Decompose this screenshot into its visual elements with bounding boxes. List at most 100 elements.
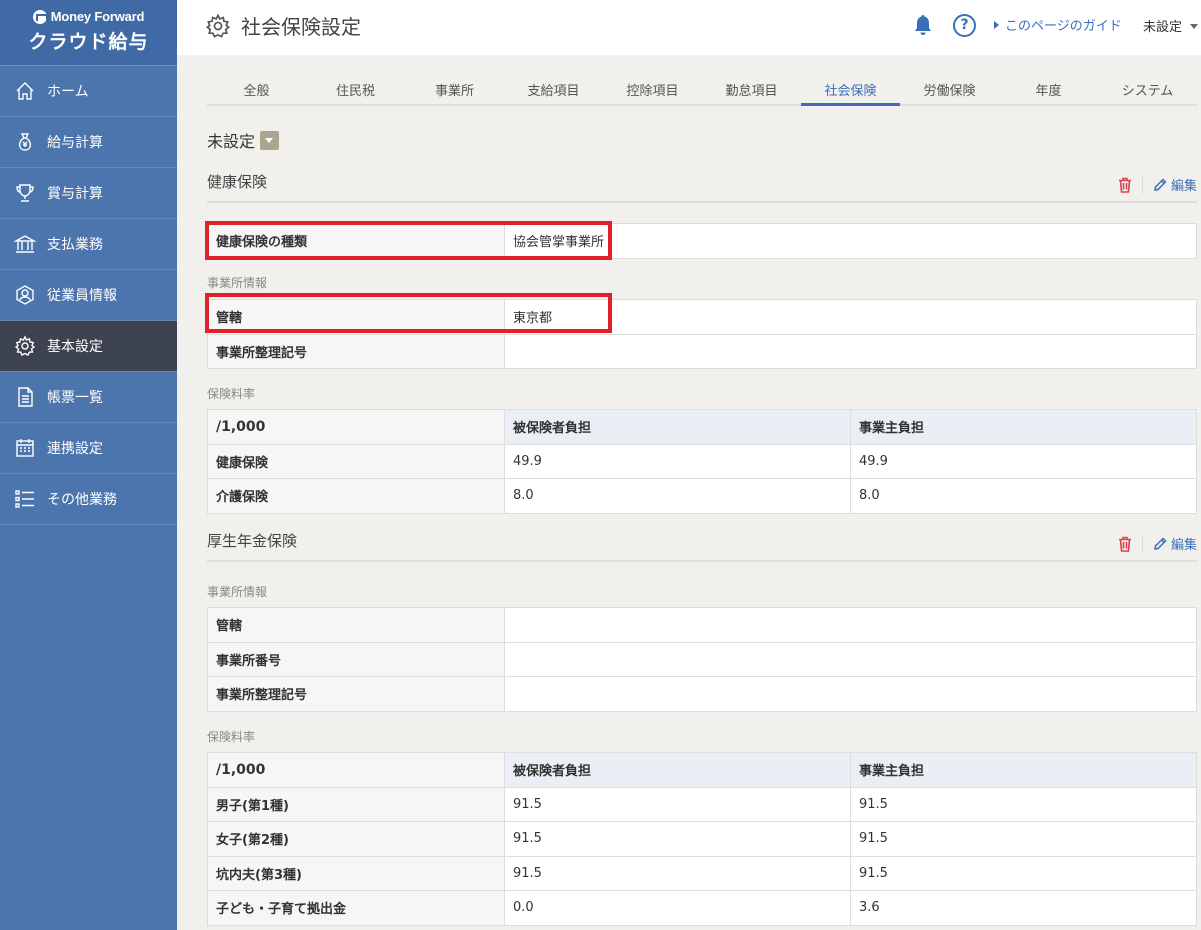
table-row: 子ども・子育て拠出金 0.0 3.6 bbox=[207, 890, 1197, 926]
sidebar-item-label: 従業員情報 bbox=[47, 288, 117, 304]
brand-mark-icon bbox=[32, 9, 48, 24]
sidebar-item-label: 賞与計算 bbox=[47, 186, 103, 202]
page-title: 社会保険設定 bbox=[241, 15, 361, 39]
table-header-row: /1,000 被保険者負担 事業主負担 bbox=[207, 409, 1197, 445]
row-label: 健康保険 bbox=[207, 443, 505, 479]
sidebar-item-bonus[interactable]: 賞与計算 bbox=[0, 168, 177, 219]
logo[interactable]: Money Forward クラウド給与 bbox=[0, 0, 177, 66]
subsection-label: 事業所情報 bbox=[207, 276, 268, 290]
cell-value: 91.5 bbox=[850, 855, 1197, 891]
table-header-row: /1,000 被保険者負担 事業主負担 bbox=[207, 752, 1197, 788]
tab-payment-items[interactable]: 支給項目 bbox=[504, 74, 603, 104]
pension-insurance-header: 厚生年金保険 編集 bbox=[207, 530, 1197, 562]
sidebar-item-label: 支払業務 bbox=[47, 237, 103, 253]
field-value bbox=[504, 641, 1197, 677]
table-row: 事業所整理記号 bbox=[207, 333, 1197, 369]
pension-office-info-table: 管轄 事業所番号 事業所整理記号 bbox=[207, 607, 1197, 712]
tab-system[interactable]: システム bbox=[1098, 74, 1197, 104]
subsection-label: 事業所情報 bbox=[207, 585, 268, 599]
field-value bbox=[504, 607, 1197, 643]
sidebar-item-label: 給与計算 bbox=[47, 135, 103, 151]
edit-button[interactable]: 編集 bbox=[1153, 175, 1197, 194]
delete-icon[interactable] bbox=[1118, 177, 1132, 193]
logo-brand: Money Forward bbox=[50, 9, 145, 24]
row-label: 子ども・子育て拠出金 bbox=[207, 890, 505, 926]
chevron-down-icon bbox=[260, 130, 280, 150]
tab-general[interactable]: 全般 bbox=[207, 74, 306, 104]
chevron-down-icon bbox=[1190, 24, 1199, 29]
tab-office[interactable]: 事業所 bbox=[405, 74, 504, 104]
user-menu[interactable]: 未設定 bbox=[1143, 16, 1199, 35]
pension-rate-table: /1,000 被保険者負担 事業主負担 男子(第1種) 91.5 91.5 女子… bbox=[207, 752, 1197, 926]
highlight-box bbox=[205, 221, 612, 260]
trophy-icon bbox=[14, 182, 36, 204]
subsection-label: 保険料率 bbox=[207, 730, 256, 744]
table-row: 事業所番号 bbox=[207, 641, 1197, 677]
tab-social-insurance[interactable]: 社会保険 bbox=[801, 74, 900, 106]
tab-year[interactable]: 年度 bbox=[999, 74, 1098, 104]
tab-deduction-items[interactable]: 控除項目 bbox=[603, 74, 702, 104]
column-header: 被保険者負担 bbox=[504, 752, 851, 788]
tab-labor-insurance[interactable]: 労働保険 bbox=[900, 74, 999, 104]
top-header: 社会保険設定 ? このページのガイド 未設定 bbox=[177, 0, 1201, 55]
field-label: 事業所整理記号 bbox=[207, 676, 505, 712]
sidebar-item-reports[interactable]: 帳票一覧 bbox=[0, 372, 177, 423]
sidebar-item-label: その他業務 bbox=[47, 492, 117, 508]
row-label: 介護保険 bbox=[207, 478, 505, 514]
sidebar-item-home[interactable]: ホーム bbox=[0, 66, 177, 117]
health-insurance-header: 健康保険 編集 bbox=[207, 171, 1197, 203]
table-row: 坑内夫(第3種) 91.5 91.5 bbox=[207, 855, 1197, 891]
row-label: 男子(第1種) bbox=[207, 786, 505, 822]
help-icon[interactable]: ? bbox=[953, 14, 976, 37]
tab-attendance-items[interactable]: 勤怠項目 bbox=[702, 74, 801, 104]
pencil-icon bbox=[1154, 178, 1167, 191]
row-label: 坑内夫(第3種) bbox=[207, 855, 505, 891]
cell-value: 8.0 bbox=[504, 478, 851, 514]
table-row: 健康保険 49.9 49.9 bbox=[207, 443, 1197, 479]
cell-value: 0.0 bbox=[504, 890, 851, 926]
money-bag-icon bbox=[14, 131, 36, 153]
subsection-label: 保険料率 bbox=[207, 387, 256, 401]
bank-icon bbox=[14, 233, 36, 255]
calendar-icon bbox=[14, 437, 36, 459]
cell-value: 49.9 bbox=[504, 443, 851, 479]
section-title: 健康保険 bbox=[207, 173, 268, 191]
home-icon bbox=[14, 80, 36, 102]
sidebar-item-integrations[interactable]: 連携設定 bbox=[0, 423, 177, 474]
gear-icon bbox=[14, 335, 36, 357]
gear-icon bbox=[206, 13, 230, 38]
field-label: 管轄 bbox=[207, 607, 505, 643]
cell-value: 3.6 bbox=[850, 890, 1197, 926]
cell-value: 91.5 bbox=[504, 821, 851, 857]
field-label: 事業所整理記号 bbox=[207, 333, 505, 369]
delete-icon[interactable] bbox=[1118, 536, 1132, 552]
logo-product: クラウド給与 bbox=[28, 31, 149, 53]
sidebar-item-payroll[interactable]: 給与計算 bbox=[0, 117, 177, 168]
sidebar-item-basic-settings[interactable]: 基本設定 bbox=[0, 321, 177, 372]
notification-bell-icon[interactable] bbox=[913, 14, 933, 36]
caret-right-icon bbox=[994, 21, 999, 29]
row-label: 女子(第2種) bbox=[207, 821, 505, 857]
cell-value: 91.5 bbox=[504, 855, 851, 891]
table-row: 事業所整理記号 bbox=[207, 676, 1197, 712]
unit-label: /1,000 bbox=[207, 409, 505, 445]
sidebar: Money Forward クラウド給与 ホーム 給与計算 賞与計算 支払業務 … bbox=[0, 0, 177, 930]
table-row: 男子(第1種) 91.5 91.5 bbox=[207, 786, 1197, 822]
tab-resident-tax[interactable]: 住民税 bbox=[306, 74, 405, 104]
status-dropdown[interactable]: 未設定 bbox=[207, 128, 280, 152]
page-guide-link[interactable]: このページのガイド bbox=[994, 15, 1122, 34]
edit-button[interactable]: 編集 bbox=[1153, 534, 1197, 553]
cell-value: 91.5 bbox=[850, 821, 1197, 857]
sidebar-item-employees[interactable]: 従業員情報 bbox=[0, 270, 177, 321]
section-title: 厚生年金保険 bbox=[207, 532, 298, 550]
field-label: 事業所番号 bbox=[207, 641, 505, 677]
field-value bbox=[504, 676, 1197, 712]
cell-value: 91.5 bbox=[850, 786, 1197, 822]
table-row: 女子(第2種) 91.5 91.5 bbox=[207, 821, 1197, 857]
unit-label: /1,000 bbox=[207, 752, 505, 788]
column-header: 事業主負担 bbox=[850, 409, 1197, 445]
cell-value: 91.5 bbox=[504, 786, 851, 822]
sidebar-item-payment[interactable]: 支払業務 bbox=[0, 219, 177, 270]
sidebar-item-other[interactable]: その他業務 bbox=[0, 474, 177, 525]
pencil-icon bbox=[1154, 537, 1167, 550]
